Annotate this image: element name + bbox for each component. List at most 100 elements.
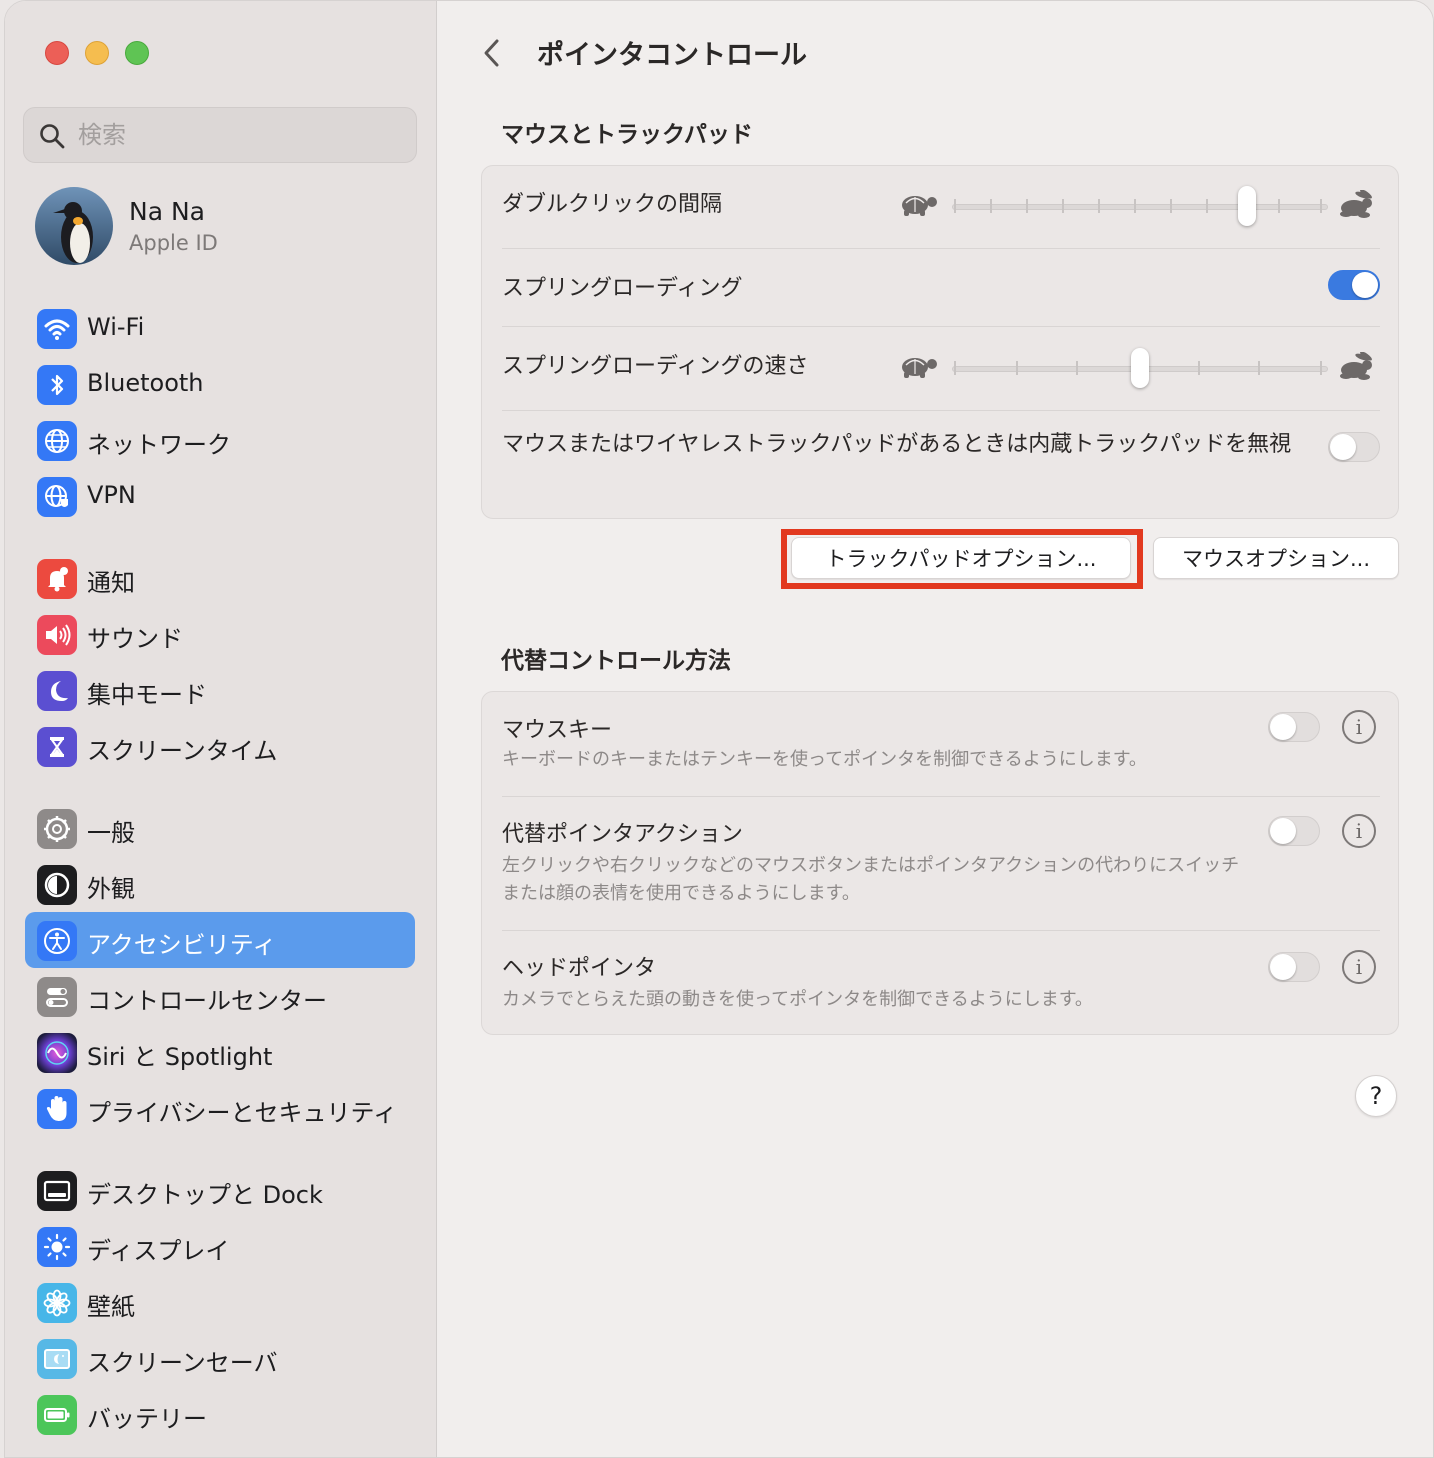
bluetooth-icon xyxy=(37,365,77,405)
sidebar-item-privacy-security[interactable]: プライバシーとセキュリティ xyxy=(25,1080,415,1136)
mouse-trackpad-card: ダブルクリックの間隔 スプリングローディング スプリングローディングの速さ マウ… xyxy=(481,165,1399,519)
avatar xyxy=(35,187,113,265)
alternate-pointer-label: 代替ポインタアクション xyxy=(502,822,743,847)
zoom-window-button[interactable] xyxy=(125,41,149,65)
sidebar-item-general[interactable]: 一般 xyxy=(25,800,415,856)
help-button[interactable]: ? xyxy=(1355,1075,1397,1117)
sidebar-item-label: バッテリー xyxy=(87,1405,207,1433)
sidebar-item-label: スクリーンセーバ xyxy=(87,1349,278,1377)
sidebar-item-label: サウンド xyxy=(87,625,183,653)
rabbit-icon xyxy=(1340,352,1372,380)
sidebar-item-notifications[interactable]: 通知 xyxy=(25,550,415,606)
flower-icon xyxy=(37,1283,77,1323)
mouse-keys-description: キーボードのキーまたはテンキーを使ってポインタを制御できるようにします。 xyxy=(502,749,1147,770)
sidebar-item-focus[interactable]: 集中モード xyxy=(25,662,415,718)
settings-window: Na Na Apple ID Wi-Fi Bluetooth ネットワーク xyxy=(4,0,1434,1458)
trackpad-options-button[interactable]: トラックパッドオプション... xyxy=(791,537,1131,579)
alternate-control-card: マウスキー キーボードのキーまたはテンキーを使ってポインタを制御できるようにしま… xyxy=(481,691,1399,1035)
ignore-trackpad-label: マウスまたはワイヤレストラックパッドがあるときは内蔵トラックパッドを無視 xyxy=(502,432,1292,457)
sidebar-item-label: コントロールセンター xyxy=(87,987,327,1015)
sidebar-item-label: 外観 xyxy=(87,875,135,903)
spring-speed-row: スプリングローディングの速さ xyxy=(502,326,1380,410)
sidebar-item-label: VPN xyxy=(87,481,136,509)
spring-speed-slider-knob[interactable] xyxy=(1131,348,1149,388)
sidebar-item-wifi[interactable]: Wi-Fi xyxy=(25,300,415,356)
ignore-trackpad-toggle[interactable] xyxy=(1328,432,1380,462)
sidebar-item-appearance[interactable]: 外観 xyxy=(25,856,415,912)
alternate-pointer-toggle[interactable] xyxy=(1268,816,1320,846)
head-pointer-description: カメラでとらえた頭の動きを使ってポインタを制御できるようにします。 xyxy=(502,989,1093,1010)
mouse-keys-row: マウスキー キーボードのキーまたはテンキーを使ってポインタを制御できるようにしま… xyxy=(502,692,1380,796)
sidebar-item-label: プライバシーとセキュリティ xyxy=(87,1099,398,1127)
info-icon[interactable]: i xyxy=(1342,950,1376,984)
sidebar-item-displays[interactable]: ディスプレイ xyxy=(25,1218,415,1274)
sidebar: Na Na Apple ID Wi-Fi Bluetooth ネットワーク xyxy=(5,1,437,1457)
double-click-label: ダブルクリックの間隔 xyxy=(502,192,723,217)
minimize-window-button[interactable] xyxy=(85,41,109,65)
sidebar-item-label: ディスプレイ xyxy=(87,1237,230,1265)
mouse-options-button[interactable]: マウスオプション... xyxy=(1153,537,1399,579)
accessibility-icon xyxy=(37,921,77,961)
moon-icon xyxy=(37,671,77,711)
spring-speed-slider[interactable] xyxy=(952,348,1328,388)
bell-icon xyxy=(37,559,77,599)
head-pointer-label: ヘッドポインタ xyxy=(502,956,657,981)
mouse-keys-label: マウスキー xyxy=(502,718,613,743)
hand-icon xyxy=(37,1089,77,1129)
sidebar-item-label: アクセシビリティ xyxy=(87,931,277,959)
double-click-row: ダブルクリックの間隔 xyxy=(502,166,1380,248)
sidebar-item-label: Wi-Fi xyxy=(87,313,145,341)
back-chevron-icon[interactable] xyxy=(477,33,507,73)
mouse-keys-toggle[interactable] xyxy=(1268,712,1320,742)
spring-speed-label: スプリングローディングの速さ xyxy=(502,354,809,379)
sidebar-item-label: 通知 xyxy=(87,569,135,597)
sidebar-item-desktop-dock[interactable]: デスクトップと Dock xyxy=(25,1162,415,1218)
spring-loading-label: スプリングローディング xyxy=(502,276,743,301)
screensaver-icon xyxy=(37,1339,77,1379)
sidebar-item-network[interactable]: ネットワーク xyxy=(25,412,415,468)
apple-id-profile[interactable]: Na Na Apple ID xyxy=(35,187,415,267)
wifi-icon xyxy=(37,309,77,349)
sidebar-item-control-center[interactable]: コントロールセンター xyxy=(25,968,415,1024)
double-click-slider-knob[interactable] xyxy=(1238,186,1256,226)
globe-icon xyxy=(37,421,77,461)
siri-icon xyxy=(37,1033,77,1073)
sun-icon xyxy=(37,1227,77,1267)
alternate-pointer-row: 代替ポインタアクション 左クリックや右クリックなどのマウスボタンまたはポインタア… xyxy=(502,796,1380,930)
sidebar-item-bluetooth[interactable]: Bluetooth xyxy=(25,356,415,412)
turtle-icon xyxy=(902,196,937,216)
section-title-mouse-trackpad: マウスとトラックパッド xyxy=(501,122,753,148)
search-input[interactable] xyxy=(78,118,398,152)
sidebar-item-label: デスクトップと Dock xyxy=(87,1181,323,1209)
search-box[interactable] xyxy=(23,107,417,163)
appearance-icon xyxy=(37,865,77,905)
vpn-globe-icon xyxy=(37,477,77,517)
double-click-slider[interactable] xyxy=(952,186,1328,226)
main-pane: ポインタコントロール マウスとトラックパッド ダブルクリックの間隔 スプリングロ… xyxy=(437,1,1433,1457)
rabbit-icon xyxy=(1340,190,1372,218)
sidebar-item-label: スクリーンタイム xyxy=(87,737,278,765)
sidebar-item-screensaver[interactable]: スクリーンセーバ xyxy=(25,1330,415,1386)
spring-loading-toggle[interactable] xyxy=(1328,270,1380,300)
sidebar-item-sound[interactable]: サウンド xyxy=(25,606,415,662)
sidebar-item-label: 一般 xyxy=(87,819,135,847)
battery-icon xyxy=(37,1395,77,1435)
sidebar-item-wallpaper[interactable]: 壁紙 xyxy=(25,1274,415,1330)
sidebar-item-label: ネットワーク xyxy=(87,431,231,459)
sidebar-item-battery[interactable]: バッテリー xyxy=(25,1386,415,1442)
sidebar-item-siri-spotlight[interactable]: Siri と Spotlight xyxy=(25,1024,415,1080)
sidebar-item-label: 集中モード xyxy=(87,681,207,709)
head-pointer-toggle[interactable] xyxy=(1268,952,1320,982)
control-center-icon xyxy=(37,977,77,1017)
speaker-icon xyxy=(37,615,77,655)
sidebar-item-screen-time[interactable]: スクリーンタイム xyxy=(25,718,415,774)
head-pointer-row: ヘッドポインタ カメラでとらえた頭の動きを使ってポインタを制御できるようにします… xyxy=(502,930,1380,1036)
page-title: ポインタコントロール xyxy=(537,40,807,71)
profile-subtitle: Apple ID xyxy=(129,231,218,255)
sidebar-item-vpn[interactable]: VPN xyxy=(25,468,415,524)
profile-name: Na Na xyxy=(129,197,205,226)
info-icon[interactable]: i xyxy=(1342,710,1376,744)
sidebar-item-accessibility[interactable]: アクセシビリティ xyxy=(25,912,415,968)
info-icon[interactable]: i xyxy=(1342,814,1376,848)
close-window-button[interactable] xyxy=(45,41,69,65)
